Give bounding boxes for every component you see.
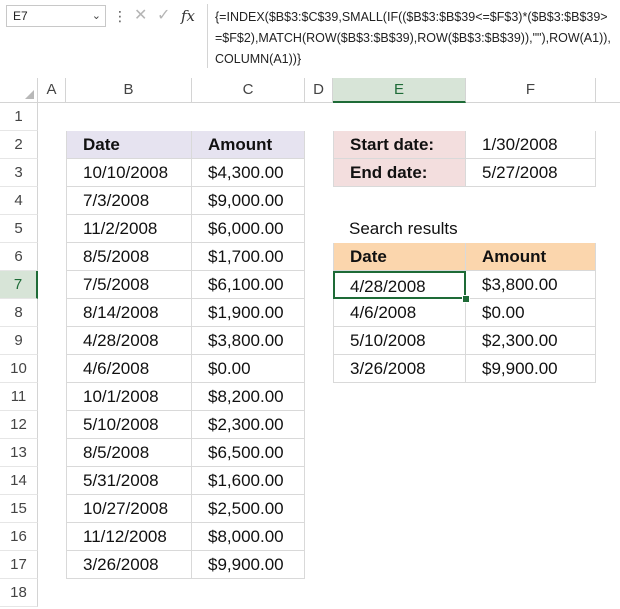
column-header-e[interactable]: E xyxy=(333,78,466,103)
results-amount-cell[interactable]: $0.00 xyxy=(466,299,596,327)
source-date-cell[interactable]: 8/14/2008 xyxy=(66,299,192,327)
source-header-amount[interactable]: Amount xyxy=(192,131,305,159)
row-header-17[interactable]: 17 xyxy=(0,551,38,579)
row-header-12[interactable]: 12 xyxy=(0,411,38,439)
column-header-b[interactable]: B xyxy=(66,78,192,102)
source-date-cell[interactable]: 3/26/2008 xyxy=(66,551,192,579)
source-amount-cell[interactable]: $3,800.00 xyxy=(192,327,305,355)
row-header-1[interactable]: 1 xyxy=(0,103,38,131)
row-header-6[interactable]: 6 xyxy=(0,243,38,271)
source-date-cell[interactable]: 7/5/2008 xyxy=(66,271,192,299)
start-date-label[interactable]: Start date: xyxy=(333,131,466,159)
chevron-down-icon[interactable]: ⌄ xyxy=(92,6,101,26)
source-amount-cell[interactable]: $2,300.00 xyxy=(192,411,305,439)
close-icon[interactable]: ✕ xyxy=(134,5,147,27)
source-date-cell[interactable]: 8/5/2008 xyxy=(66,243,192,271)
row-header-11[interactable]: 11 xyxy=(0,383,38,411)
active-cell[interactable]: 4/28/2008 xyxy=(333,271,466,299)
source-amount-cell[interactable]: $6,500.00 xyxy=(192,439,305,467)
source-date-cell[interactable]: 10/1/2008 xyxy=(66,383,192,411)
source-date-cell[interactable]: 5/10/2008 xyxy=(66,411,192,439)
name-box[interactable]: E7 ⌄ xyxy=(6,5,106,27)
results-date-cell[interactable]: 3/26/2008 xyxy=(333,355,466,383)
row-header-9[interactable]: 9 xyxy=(0,327,38,355)
formula-input[interactable]: {=INDEX($B$3:$C$39,SMALL(IF(($B$3:$B$39<… xyxy=(207,4,620,68)
source-amount-cell[interactable]: $1,600.00 xyxy=(192,467,305,495)
source-amount-cell[interactable]: $6,100.00 xyxy=(192,271,305,299)
end-date-value[interactable]: 5/27/2008 xyxy=(466,159,596,187)
source-date-cell[interactable]: 4/28/2008 xyxy=(66,327,192,355)
source-amount-cell[interactable]: $9,900.00 xyxy=(192,551,305,579)
source-date-cell[interactable]: 5/31/2008 xyxy=(66,467,192,495)
select-all-button[interactable] xyxy=(0,78,38,102)
search-results-title[interactable]: Search results xyxy=(333,215,466,243)
column-header-row: ABCDEF xyxy=(0,78,620,103)
row-header-8[interactable]: 8 xyxy=(0,299,38,327)
row-header-15[interactable]: 15 xyxy=(0,495,38,523)
checkmark-icon[interactable]: ✓ xyxy=(157,5,170,27)
row-header-4[interactable]: 4 xyxy=(0,187,38,215)
source-date-cell[interactable]: 10/27/2008 xyxy=(66,495,192,523)
source-amount-cell[interactable]: $1,700.00 xyxy=(192,243,305,271)
source-amount-cell[interactable]: $2,500.00 xyxy=(192,495,305,523)
column-header-d[interactable]: D xyxy=(305,78,333,102)
source-date-cell[interactable]: 4/6/2008 xyxy=(66,355,192,383)
row-header-3[interactable]: 3 xyxy=(0,159,38,187)
source-amount-cell[interactable]: $1,900.00 xyxy=(192,299,305,327)
row-header-2[interactable]: 2 xyxy=(0,131,38,159)
fx-icon[interactable]: fx xyxy=(181,5,195,27)
column-header-a[interactable]: A xyxy=(38,78,66,102)
start-date-value[interactable]: 1/30/2008 xyxy=(466,131,596,159)
source-amount-cell[interactable]: $8,200.00 xyxy=(192,383,305,411)
source-date-cell[interactable]: 7/3/2008 xyxy=(66,187,192,215)
results-amount-cell[interactable]: $2,300.00 xyxy=(466,327,596,355)
results-amount-cell[interactable]: $3,800.00 xyxy=(466,271,596,299)
results-amount-cell[interactable]: $9,900.00 xyxy=(466,355,596,383)
row-header-16[interactable]: 16 xyxy=(0,523,38,551)
vertical-dots-icon[interactable]: ⋮ xyxy=(113,5,127,27)
source-amount-cell[interactable]: $0.00 xyxy=(192,355,305,383)
column-header-c[interactable]: C xyxy=(192,78,305,102)
column-header-f[interactable]: F xyxy=(466,78,596,102)
row-header-5[interactable]: 5 xyxy=(0,215,38,243)
results-header-amount[interactable]: Amount xyxy=(466,243,596,271)
results-header-date[interactable]: Date xyxy=(333,243,466,271)
source-date-cell[interactable]: 11/2/2008 xyxy=(66,215,192,243)
fill-handle[interactable] xyxy=(462,295,470,303)
source-date-cell[interactable]: 11/12/2008 xyxy=(66,523,192,551)
name-box-value: E7 xyxy=(13,9,28,23)
results-date-cell[interactable]: 5/10/2008 xyxy=(333,327,466,355)
source-amount-cell[interactable]: $6,000.00 xyxy=(192,215,305,243)
row-header-14[interactable]: 14 xyxy=(0,467,38,495)
source-date-cell[interactable]: 8/5/2008 xyxy=(66,439,192,467)
results-date-cell[interactable]: 4/6/2008 xyxy=(333,299,466,327)
source-header-date[interactable]: Date xyxy=(66,131,192,159)
source-amount-cell[interactable]: $4,300.00 xyxy=(192,159,305,187)
formula-bar: E7 ⌄ ⋮ ✕ ✓ fx {=INDEX($B$3:$C$39,SMALL(I… xyxy=(0,0,620,72)
row-header-18[interactable]: 18 xyxy=(0,579,38,607)
row-header-13[interactable]: 13 xyxy=(0,439,38,467)
select-all-icon xyxy=(25,90,34,99)
row-header-7[interactable]: 7 xyxy=(0,271,38,299)
source-amount-cell[interactable]: $9,000.00 xyxy=(192,187,305,215)
row-header-10[interactable]: 10 xyxy=(0,355,38,383)
end-date-label[interactable]: End date: xyxy=(333,159,466,187)
source-amount-cell[interactable]: $8,000.00 xyxy=(192,523,305,551)
source-date-cell[interactable]: 10/10/2008 xyxy=(66,159,192,187)
